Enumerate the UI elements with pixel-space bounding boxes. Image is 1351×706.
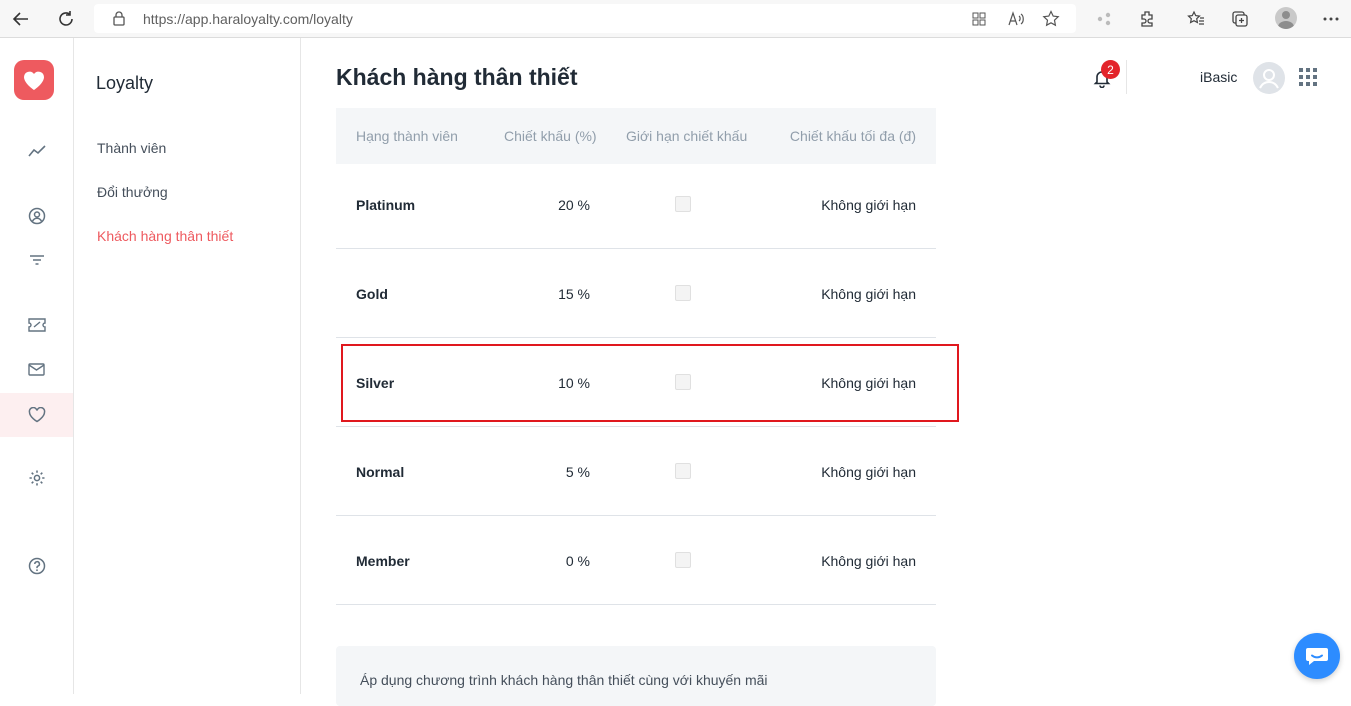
- page-title: Khách hàng thân thiết: [336, 64, 578, 90]
- table-row: Member 0 % Không giới hạn: [336, 516, 936, 605]
- discount-limit-checkbox[interactable]: [675, 285, 691, 301]
- tier-name: Gold: [356, 286, 388, 302]
- user-icon[interactable]: [0, 194, 73, 238]
- column-header: Giới hạn chiết khấu: [626, 128, 748, 144]
- favorites-icon[interactable]: [1185, 8, 1207, 30]
- table-row: Gold 15 % Không giới hạn: [336, 249, 936, 338]
- refresh-icon[interactable]: [53, 6, 79, 32]
- help-icon[interactable]: [0, 544, 73, 588]
- table-row: Normal 5 % Không giới hạn: [336, 427, 936, 516]
- browser-profile-avatar[interactable]: [1275, 7, 1297, 29]
- trend-icon[interactable]: [0, 129, 73, 173]
- back-icon[interactable]: [8, 6, 34, 32]
- column-header: Chiết khấu tối đa (đ): [789, 128, 916, 144]
- read-aloud-icon[interactable]: [1007, 10, 1025, 28]
- chat-icon[interactable]: [1294, 633, 1340, 679]
- share-icon[interactable]: [1093, 8, 1115, 30]
- subnav-item-members[interactable]: Thành viên: [97, 140, 166, 156]
- address-bar[interactable]: https://app.haraloyalty.com/loyalty: [94, 4, 1076, 33]
- avatar[interactable]: [1253, 62, 1285, 94]
- discount-limit-checkbox[interactable]: [675, 196, 691, 212]
- filter-icon[interactable]: [0, 238, 73, 282]
- loyalty-heart-icon[interactable]: [0, 393, 73, 437]
- max-discount-value: Không giới hạn: [821, 464, 916, 480]
- column-header: Chiết khấu (%): [504, 128, 597, 144]
- header-divider: [1126, 60, 1127, 94]
- discount-value: 15 %: [558, 286, 590, 302]
- promo-section: Áp dụng chương trình khách hàng thân thi…: [336, 646, 936, 706]
- subnav-title: Loyalty: [96, 73, 154, 93]
- promo-text: Áp dụng chương trình khách hàng thân thi…: [360, 672, 768, 688]
- username[interactable]: iBasic: [1200, 69, 1237, 85]
- collections-icon[interactable]: [1229, 8, 1251, 30]
- ticket-icon[interactable]: [0, 303, 73, 347]
- mail-icon[interactable]: [0, 347, 73, 391]
- table-row: Platinum 20 % Không giới hạn: [336, 160, 936, 249]
- subnav-item-rewards[interactable]: Đổi thưởng: [97, 184, 168, 200]
- notification-badge: 2: [1101, 60, 1120, 79]
- tier-name: Member: [356, 553, 410, 569]
- subnav-item-loyal-customers[interactable]: Khách hàng thân thiết: [97, 228, 233, 244]
- discount-value: 20 %: [558, 197, 590, 213]
- favorite-add-icon[interactable]: [1042, 10, 1060, 28]
- discount-value: 5 %: [565, 464, 590, 480]
- discount-limit-checkbox[interactable]: [675, 463, 691, 479]
- url-text: https://app.haraloyalty.com/loyalty: [143, 11, 353, 27]
- column-header: Hạng thành viên: [356, 128, 458, 144]
- apps-icon[interactable]: [970, 10, 988, 28]
- discount-limit-checkbox[interactable]: [675, 552, 691, 568]
- discount-value: 0 %: [565, 553, 590, 569]
- apps-grid-icon[interactable]: [1299, 68, 1317, 86]
- table-header: Hạng thành viên Chiết khấu (%) Giới hạn …: [336, 108, 936, 164]
- more-icon[interactable]: [1320, 8, 1342, 30]
- tier-name: Platinum: [356, 197, 416, 213]
- app-rail: [0, 38, 74, 694]
- max-discount-value: Không giới hạn: [821, 553, 916, 569]
- loyalty-subnav: Loyalty Thành viên Đổi thưởng Khách hàng…: [74, 38, 301, 694]
- browser-toolbar: https://app.haraloyalty.com/loyalty: [0, 0, 1351, 38]
- max-discount-value: Không giới hạn: [821, 197, 916, 213]
- lock-icon: [112, 11, 126, 31]
- max-discount-value: Không giới hạn: [821, 286, 916, 302]
- extensions-icon[interactable]: [1136, 8, 1158, 30]
- tier-name: Normal: [356, 464, 405, 480]
- settings-icon[interactable]: [0, 456, 73, 500]
- highlight-box: [341, 344, 959, 422]
- heart-icon[interactable]: [14, 60, 54, 100]
